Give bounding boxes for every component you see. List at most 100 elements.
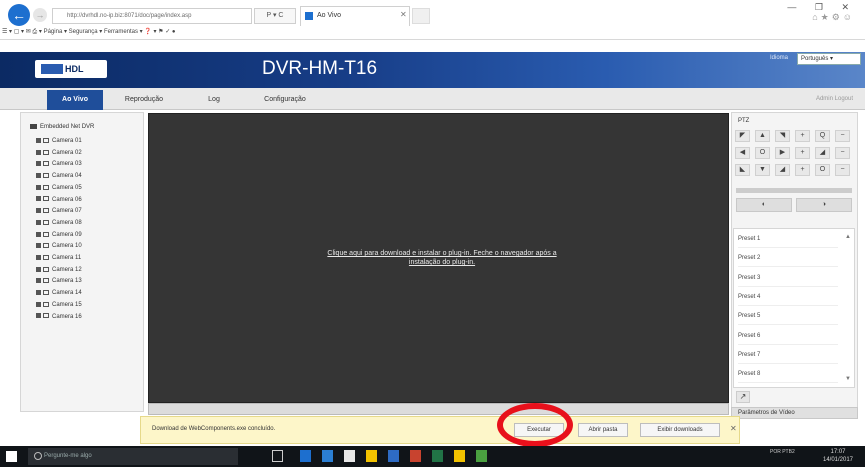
ptz-button[interactable]: Q — [815, 130, 830, 142]
view-downloads-button[interactable]: Exibir downloads — [640, 423, 720, 437]
ptz-button[interactable]: ▶ — [775, 147, 790, 159]
ptz-button[interactable]: O — [815, 164, 830, 176]
ptz-button[interactable]: − — [835, 164, 850, 176]
camera-icon — [36, 208, 41, 214]
plugin-message-line2[interactable]: instalação do plug-in. — [409, 259, 475, 266]
camera-icon — [36, 173, 41, 179]
dvr-icon — [30, 124, 37, 129]
plugin-download-link[interactable]: Clique aqui para download e instalar o p… — [262, 249, 622, 267]
preset-item[interactable]: Preset 4 — [738, 288, 838, 306]
browser-tab[interactable]: Ao Vivo — [300, 6, 410, 26]
preset-item[interactable]: Preset 1 — [738, 230, 838, 248]
scroll-up-icon[interactable]: ▲ — [845, 234, 851, 240]
explorer-icon[interactable] — [454, 450, 465, 462]
scroll-down-icon[interactable]: ▼ — [845, 376, 851, 382]
command-bar[interactable]: ☰ ▾ ▢ ▾ ✉ ⎙ ▾ Página ▾ Segurança ▾ Ferra… — [2, 26, 176, 38]
clock[interactable]: 17:07 14/01/2017 — [818, 448, 858, 464]
camera-item[interactable]: Camera 06 — [36, 195, 82, 205]
forward-arrow-icon[interactable]: → — [33, 8, 47, 22]
ptz-button[interactable]: ◀ — [735, 147, 750, 159]
excel-icon[interactable] — [432, 450, 443, 462]
camera-label: Camera 09 — [52, 231, 82, 238]
preset-item[interactable]: Preset 7 — [738, 346, 838, 364]
chrome-icon[interactable] — [366, 450, 377, 462]
ptz-wiper-button[interactable]: ◑ — [796, 198, 852, 212]
app-icon[interactable] — [476, 450, 487, 462]
ptz-button[interactable]: + — [795, 164, 810, 176]
camera-item[interactable]: Camera 16 — [36, 312, 82, 322]
camera-item[interactable]: Camera 11 — [36, 253, 81, 263]
ptz-button[interactable]: + — [795, 147, 810, 159]
ptz-button[interactable]: ◣ — [735, 164, 750, 176]
browser-icons[interactable]: ⌂★⚙☺ — [812, 12, 855, 23]
edge-icon[interactable] — [300, 450, 311, 462]
record-icon — [43, 219, 49, 225]
close-notification-icon[interactable]: ✕ — [730, 424, 737, 433]
windows-start-icon[interactable] — [6, 451, 17, 462]
language-select[interactable]: Português ▾ — [797, 53, 861, 65]
ptz-button[interactable]: O — [755, 147, 770, 159]
ptz-title: PTZ — [738, 118, 750, 124]
camera-item[interactable]: Camera 01 — [36, 136, 82, 146]
task-view-icon[interactable] — [272, 450, 283, 462]
camera-item[interactable]: Camera 14 — [36, 288, 82, 298]
camera-item[interactable]: Camera 13 — [36, 276, 82, 286]
ptz-button[interactable]: ◢ — [775, 164, 790, 176]
address-bar[interactable]: http://dvrhdl.no-ip.biz:8071/doc/page/in… — [52, 8, 252, 24]
back-arrow-icon[interactable]: ← — [8, 4, 30, 26]
address-controls[interactable]: P ▾ C — [254, 8, 296, 24]
camera-item[interactable]: Camera 12 — [36, 265, 82, 275]
taskbar-search[interactable]: Pergunte-me algo — [28, 448, 238, 465]
system-tray[interactable]: POR PTB2 — [770, 449, 795, 456]
tab-live[interactable]: Ao Vivo — [47, 90, 103, 110]
camera-item[interactable]: Camera 07 — [36, 206, 82, 216]
ptz-speed-slider[interactable] — [736, 188, 852, 193]
new-tab-button[interactable] — [412, 8, 430, 24]
ptz-button[interactable]: ◢ — [815, 147, 830, 159]
ptz-button[interactable]: ◥ — [775, 130, 790, 142]
camera-icon — [36, 219, 41, 225]
tab-playback[interactable]: Reprodução — [112, 90, 176, 110]
tab-close-icon[interactable]: ✕ — [400, 10, 407, 19]
camera-item[interactable]: Camera 08 — [36, 218, 82, 228]
plugin-message-line1[interactable]: Clique aqui para download e instalar o p… — [327, 250, 556, 257]
tab-log[interactable]: Log — [196, 90, 232, 110]
tab-configuration[interactable]: Configuração — [250, 90, 320, 110]
user-links[interactable]: Admin Logout — [816, 96, 853, 102]
highlight-circle — [497, 403, 573, 447]
camera-label: Camera 05 — [52, 184, 82, 191]
ptz-button[interactable]: ▲ — [755, 130, 770, 142]
camera-label: Camera 13 — [52, 278, 82, 285]
preset-call-button[interactable]: ↗ — [736, 391, 750, 403]
ptz-button[interactable]: + — [795, 130, 810, 142]
ptz-button[interactable]: − — [835, 130, 850, 142]
camera-label: Camera 03 — [52, 161, 82, 168]
tab-title: Ao Vivo — [317, 12, 341, 19]
camera-item[interactable]: Camera 04 — [36, 171, 82, 181]
record-icon — [43, 231, 49, 237]
camera-item[interactable]: Camera 10 — [36, 241, 82, 251]
preset-item[interactable]: Preset 3 — [738, 269, 838, 287]
ptz-light-button[interactable]: ◐ — [736, 198, 792, 212]
camera-item[interactable]: Camera 09 — [36, 230, 82, 240]
camera-item[interactable]: Camera 03 — [36, 159, 82, 169]
camera-item[interactable]: Camera 15 — [36, 300, 82, 310]
ptz-button[interactable]: ◤ — [735, 130, 750, 142]
preset-item[interactable]: Preset 2 — [738, 249, 838, 268]
camera-item[interactable]: Camera 02 — [36, 148, 82, 158]
camera-item[interactable]: Camera 05 — [36, 183, 82, 193]
tree-root[interactable]: Embedded Net DVR — [30, 124, 94, 130]
preset-item[interactable]: Preset 8 — [738, 365, 838, 384]
store-icon[interactable] — [344, 450, 355, 462]
preset-item[interactable]: Preset 6 — [738, 327, 838, 345]
ptz-button[interactable]: ▼ — [755, 164, 770, 176]
command-bar-menus[interactable]: Página ▾ Segurança ▾ Ferramentas ▾ — [44, 29, 143, 35]
open-folder-button[interactable]: Abrir pasta — [578, 423, 628, 437]
powerpoint-icon[interactable] — [410, 450, 421, 462]
record-icon — [43, 161, 49, 167]
ptz-button[interactable]: − — [835, 147, 850, 159]
preset-item[interactable]: Preset 5 — [738, 307, 838, 326]
ie-icon[interactable] — [322, 450, 333, 462]
video-params-header[interactable]: Parâmetros de Vídeo — [731, 407, 858, 419]
word-icon[interactable] — [388, 450, 399, 462]
